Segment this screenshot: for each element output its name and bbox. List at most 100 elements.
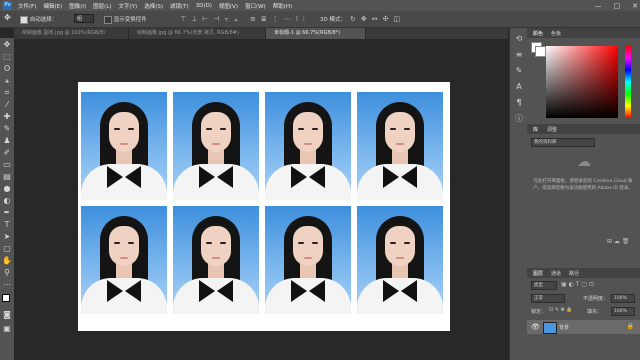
menu-window[interactable]: 窗口(W) (245, 2, 266, 10)
tab-layers[interactable]: 图层 (533, 270, 543, 277)
photo-eye (404, 242, 410, 244)
brush-tool-icon[interactable]: ✎ (2, 124, 12, 134)
move-tool-icon[interactable]: ✥ (2, 40, 12, 50)
shape-tool-icon[interactable]: ▢ (2, 244, 12, 254)
menu-help[interactable]: 帮助(H) (273, 2, 292, 10)
pen-tool-icon[interactable]: ✒ (2, 208, 12, 218)
color-picker-field[interactable] (546, 46, 618, 118)
distribute-icons[interactable]: ≡≣⋮⋯⁞⦙ (250, 15, 310, 24)
menu-edit[interactable]: 编辑(E) (43, 2, 62, 10)
photo-eye (390, 128, 396, 130)
hue-slider[interactable] (625, 46, 631, 118)
clone-stamp-tool-icon[interactable]: ♟ (2, 136, 12, 146)
quick-mask-icon[interactable]: ◙ (2, 310, 12, 320)
eraser-tool-icon[interactable]: ▭ (2, 160, 12, 170)
show-transform-option[interactable]: 显示变换控件 (104, 15, 147, 24)
crop-tool-icon[interactable]: ⌗ (2, 88, 12, 98)
menu-3d[interactable]: 3D(D) (196, 3, 212, 9)
minimize-icon[interactable]: — (595, 2, 602, 10)
auto-select-value: 组 (77, 16, 83, 22)
menu-filter[interactable]: 滤镜(T) (170, 2, 189, 10)
tab-channels[interactable]: 通道 (551, 270, 561, 277)
library-footer-icons[interactable]: ⊞ ☁ 🗑 (607, 238, 629, 245)
eyedropper-tool-icon[interactable]: ⁄ (2, 100, 12, 110)
align-icons[interactable]: ⊤⊥⊢⊣⫟⫠ (180, 15, 243, 24)
move-tool-icon[interactable]: ✥ (4, 13, 11, 22)
brush-settings-icon[interactable]: ✎ (514, 66, 524, 76)
layer-thumbnail (543, 322, 557, 334)
menu-view[interactable]: 视图(V) (219, 2, 238, 10)
history-icon[interactable]: ⟲ (514, 34, 524, 44)
library-dropdown[interactable]: 我的资料库 (531, 138, 595, 147)
maximize-icon[interactable]: □ (614, 2, 621, 10)
dodge-tool-icon[interactable]: ◐ (2, 196, 12, 206)
close-icon[interactable]: ✕ (632, 2, 638, 10)
tab-libraries[interactable]: 库 (533, 126, 538, 133)
photo-bow-tie (383, 280, 417, 302)
blend-mode-dropdown[interactable]: 正常 (531, 294, 565, 303)
blend-mode-value: 正常 (534, 296, 543, 301)
id-photo (81, 92, 167, 200)
3d-mode-label: 3D 模式： (320, 17, 346, 23)
menu-file[interactable]: 文件(F) (18, 2, 36, 10)
cloud-icon: ☁ (577, 154, 591, 170)
info-icon[interactable]: ⓘ (514, 114, 524, 124)
tab-paths[interactable]: 路径 (569, 270, 579, 277)
menu-image[interactable]: 图像(I) (69, 2, 86, 10)
tab-document-3[interactable]: 未标题-1 @ 66.7%(RGB/8*) (266, 28, 366, 39)
photo-eye (206, 128, 212, 130)
auto-select-checkbox[interactable] (20, 15, 28, 24)
screen-mode-icon[interactable]: ▣ (2, 324, 12, 334)
blur-tool-icon[interactable]: ● (2, 184, 12, 194)
layer-kind-filter[interactable]: 类型 (531, 281, 557, 290)
menu-select[interactable]: 选择(S) (144, 2, 163, 10)
lock-icons[interactable]: ⊡ ✎ ✥ 🔒 (549, 307, 573, 313)
gradient-tool-icon[interactable]: ▤ (2, 172, 12, 182)
tab-adjustments[interactable]: 调整 (547, 126, 557, 133)
photo-eye (220, 242, 226, 244)
photo-eye (312, 242, 318, 244)
tab-swatches[interactable]: 色板 (551, 30, 561, 37)
show-transform-checkbox[interactable] (104, 15, 112, 24)
opacity-input[interactable]: 100% (611, 294, 635, 303)
menu-type[interactable]: 文字(Y) (119, 2, 138, 10)
3d-mode-icons[interactable]: ↻✥↔✣◫ (350, 15, 405, 23)
color-swatches-icon[interactable] (2, 294, 13, 305)
eye-icon[interactable]: 👁 (531, 323, 540, 331)
photo-eye (206, 242, 212, 244)
background-color-swatch[interactable] (535, 46, 546, 57)
edit-toolbar-icon[interactable]: ⋯ (2, 280, 12, 290)
tab-color[interactable]: 颜色 (533, 30, 543, 37)
photo-bow-tie (291, 166, 325, 188)
paragraph-icon[interactable]: ¶ (514, 98, 524, 108)
zoom-tool-icon[interactable]: ⚲ (2, 268, 12, 278)
foreground-color-swatch[interactable] (2, 294, 10, 302)
menu-layer[interactable]: 图层(L) (93, 2, 111, 10)
type-tool-icon[interactable]: T (2, 220, 12, 230)
tab-document-2[interactable]: 绘制画像.jpg @ 66.7%(背景 拷贝, RGB/8#) (129, 28, 266, 39)
photo-eye (312, 128, 318, 130)
properties-icon[interactable]: ≡ (514, 50, 524, 60)
tab-document-1[interactable]: 绘制画像 副本.jpg @ 100%(RGB/8) (14, 28, 129, 39)
lasso-tool-icon[interactable]: ʘ (2, 64, 12, 74)
healing-brush-tool-icon[interactable]: ✚ (2, 112, 12, 122)
layer-filter-icons[interactable]: ▣ ◐ T ▢ ⊡ (561, 281, 594, 288)
document-canvas[interactable] (78, 82, 450, 331)
photo-lips (212, 257, 220, 259)
fill-input[interactable]: 100% (611, 307, 635, 316)
id-photo (357, 92, 443, 200)
photo-bow-tie (199, 166, 233, 188)
auto-select-dropdown[interactable]: 组 (74, 14, 94, 23)
hand-tool-icon[interactable]: ✋ (2, 256, 12, 266)
marquee-tool-icon[interactable]: ⬚ (2, 52, 12, 62)
layer-row-background[interactable]: 👁 背景 🔒 (527, 320, 640, 334)
options-bar: ✥ 自动选择： 组 显示变换控件 ⊤⊥⊢⊣⫟⫠ ≡≣⋮⋯⁞⦙ 3D 模式： ↻✥… (0, 11, 640, 28)
library-dropdown-value: 我的资料库 (534, 140, 557, 145)
lock-icon: 🔒 (626, 323, 634, 330)
auto-select-option[interactable]: 自动选择： (20, 15, 57, 24)
character-icon[interactable]: A (514, 82, 524, 92)
magic-wand-tool-icon[interactable]: ⚹ (2, 76, 12, 86)
path-selection-tool-icon[interactable]: ➤ (2, 232, 12, 242)
canvas-area[interactable] (14, 39, 509, 360)
history-brush-tool-icon[interactable]: ✐ (2, 148, 12, 158)
